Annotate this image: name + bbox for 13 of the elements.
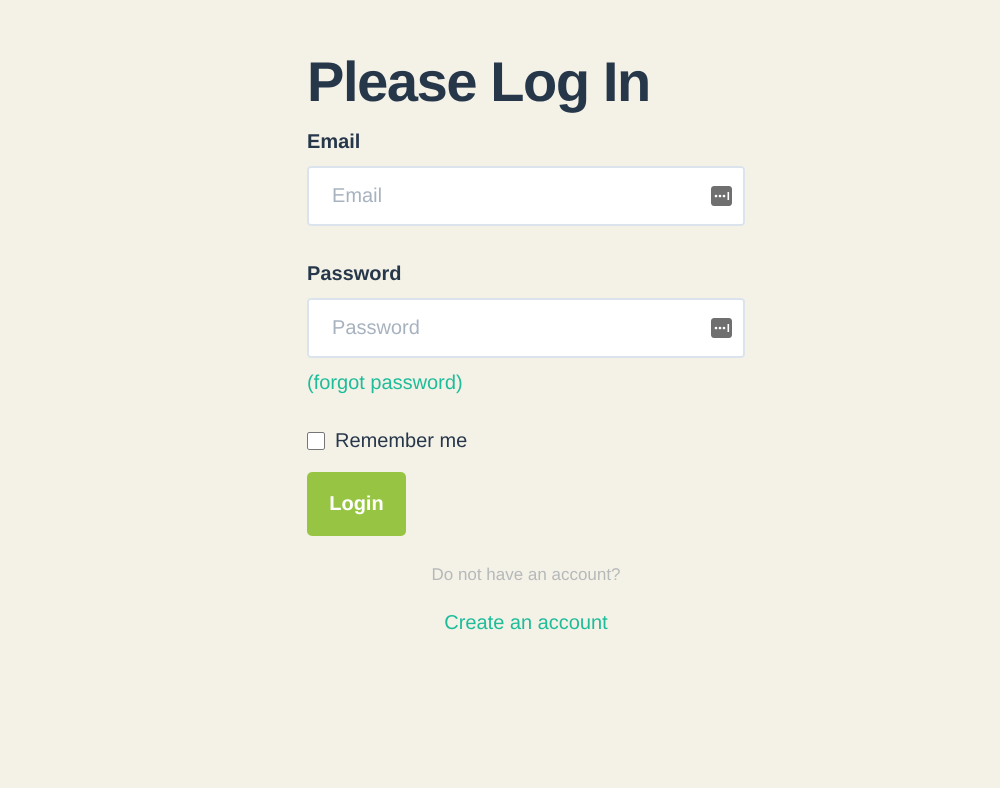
password-manager-icon[interactable]	[711, 318, 732, 338]
input-field[interactable]: Email	[307, 166, 745, 226]
remember-label: Remember me	[335, 429, 468, 454]
create-account-link[interactable]: Create an account	[444, 608, 608, 638]
page-title: Please Log In	[307, 50, 651, 114]
remember-checkbox[interactable]	[307, 432, 325, 450]
signup-prompt: Do not have an account?	[431, 564, 621, 586]
input-field[interactable]: Password	[307, 298, 745, 358]
field-label: Email	[307, 130, 362, 154]
forgot-password-link[interactable]: (forgot password)	[307, 368, 463, 398]
password-manager-icon[interactable]	[711, 186, 732, 206]
login-button[interactable]: Login	[307, 472, 406, 536]
field-label: Password	[307, 262, 402, 286]
